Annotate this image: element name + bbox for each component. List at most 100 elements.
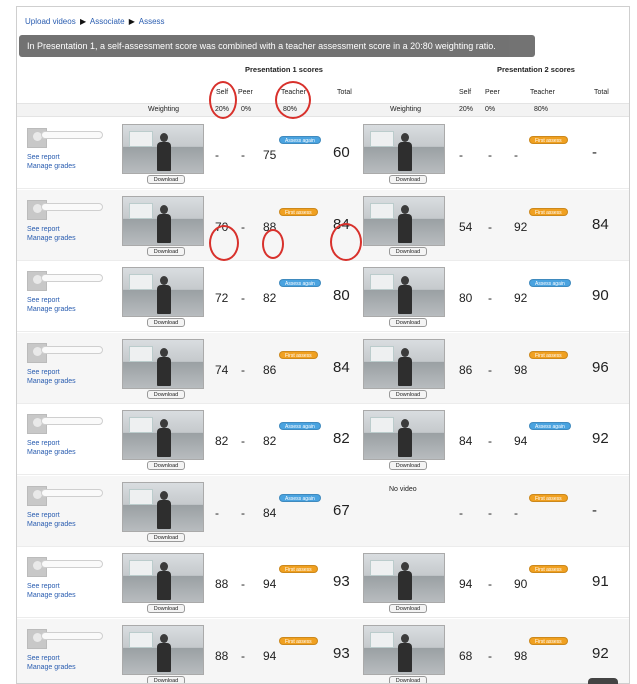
p2-download-button[interactable]: Download xyxy=(389,318,427,327)
p2-download-button[interactable]: Download xyxy=(389,175,427,184)
see-report-link[interactable]: See report xyxy=(27,369,60,376)
p2-first-assess-button[interactable]: First assess xyxy=(529,207,568,216)
p2-download-button[interactable]: Download xyxy=(389,246,427,256)
p2-download-button[interactable]: Download xyxy=(389,461,427,470)
manage-grades-link[interactable]: Manage grades xyxy=(27,521,76,528)
assessment-panel: Upload videos ▶ Associate ▶ Assess In Pr… xyxy=(16,6,630,684)
p1-assess-again-button[interactable]: Assess again xyxy=(279,279,321,287)
p2-first-assess-button[interactable]: First assess xyxy=(529,565,568,573)
whiteboard xyxy=(370,560,394,576)
manage-grades-link[interactable]: Manage grades xyxy=(27,378,76,385)
whiteboard xyxy=(370,417,394,433)
p2-total-header: Total xyxy=(594,89,609,96)
p1-video-thumbnail[interactable] xyxy=(122,124,204,174)
p1-video-thumbnail[interactable] xyxy=(122,481,204,532)
p2-first-assess-button[interactable]: First assess xyxy=(529,136,568,144)
p2-total-score: - xyxy=(592,144,597,161)
p1-first-assess-button[interactable]: First assess xyxy=(279,636,318,645)
p1-download-button[interactable]: Download xyxy=(147,318,185,327)
see-report-link[interactable]: See report xyxy=(27,655,60,662)
breadcrumb-associate[interactable]: Associate xyxy=(90,17,125,26)
see-report-link[interactable]: See report xyxy=(27,512,60,519)
table-row: See report Manage grades Download - - 75 Asses… xyxy=(17,118,629,189)
manage-grades-link[interactable]: Manage grades xyxy=(27,163,76,170)
p1-teacher-score: 82 xyxy=(263,291,277,305)
presenter xyxy=(398,347,412,386)
p1-video-thumbnail[interactable] xyxy=(122,624,204,675)
presenter xyxy=(398,276,412,314)
p1-download-button[interactable]: Download xyxy=(147,461,185,470)
p2-assess-again-button[interactable]: Assess again xyxy=(529,279,571,287)
p1-assess-again-button[interactable]: Assess again xyxy=(279,422,321,430)
p1-total-score: 82 xyxy=(333,430,350,447)
p1-peer-score: - xyxy=(241,505,245,520)
p2-no-video-label: No video xyxy=(389,485,417,493)
breadcrumb-assess[interactable]: Assess xyxy=(139,17,165,26)
breadcrumb-upload-videos[interactable]: Upload videos xyxy=(25,17,76,26)
p1-download-button[interactable]: Download xyxy=(147,175,185,184)
see-report-link[interactable]: See report xyxy=(27,226,60,233)
p1-video-thumbnail[interactable] xyxy=(122,410,204,460)
p2-download-button[interactable]: Download xyxy=(389,389,427,399)
p1-video-thumbnail[interactable] xyxy=(122,338,204,389)
p2-self-score: 80 xyxy=(459,291,473,305)
p2-total-score: 96 xyxy=(592,358,609,376)
p2-video-thumbnail[interactable] xyxy=(363,338,445,389)
p1-assess-again-button[interactable]: Assess again xyxy=(279,493,321,502)
p1-download-button[interactable]: Download xyxy=(147,532,185,542)
p1-teacher-score: 86 xyxy=(263,362,277,377)
p2-video-thumbnail[interactable] xyxy=(363,124,445,174)
p2-first-assess-button[interactable]: First assess xyxy=(529,350,568,359)
p2-video-thumbnail[interactable] xyxy=(363,195,445,246)
manage-grades-link[interactable]: Manage grades xyxy=(27,449,76,456)
p2-teacher-score: 98 xyxy=(514,648,528,663)
p1-teacher-score: 75 xyxy=(263,148,277,162)
see-report-link[interactable]: See report xyxy=(27,154,60,161)
presenter xyxy=(157,490,171,529)
p1-assess-again-button[interactable]: Assess again xyxy=(279,136,321,144)
table-row: See report Manage grades Download 70-88 Firs… xyxy=(17,189,629,261)
manage-grades-link[interactable]: Manage grades xyxy=(27,235,76,242)
p2-video-thumbnail[interactable] xyxy=(363,553,445,603)
p1-first-assess-button[interactable]: First assess xyxy=(279,207,318,216)
student-name-redacted xyxy=(41,560,103,568)
p1-download-button[interactable]: Download xyxy=(147,389,185,399)
presenter xyxy=(157,562,171,600)
see-report-link[interactable]: See report xyxy=(27,583,60,590)
manage-grades-link[interactable]: Manage grades xyxy=(27,592,76,599)
p2-first-assess-button[interactable]: First assess xyxy=(529,493,568,502)
p2-video-thumbnail[interactable] xyxy=(363,624,445,675)
p1-download-button[interactable]: Download xyxy=(147,604,185,613)
p2-assess-again-button[interactable]: Assess again xyxy=(529,422,571,430)
p1-self-score: - xyxy=(215,148,219,162)
p2-first-assess-button[interactable]: First assess xyxy=(529,636,568,645)
p2-video-thumbnail[interactable] xyxy=(363,410,445,460)
highlight-circle-teacher-score xyxy=(262,229,284,259)
manage-grades-link[interactable]: Manage grades xyxy=(27,664,76,671)
p2-video-thumbnail[interactable] xyxy=(363,267,445,317)
student-name-redacted xyxy=(41,202,103,211)
p1-download-button[interactable]: Download xyxy=(147,675,185,683)
p1-first-assess-button[interactable]: First assess xyxy=(279,350,318,359)
scroll-tab[interactable] xyxy=(588,678,618,684)
p2-total-score: 92 xyxy=(592,430,609,447)
p2-self-score: 68 xyxy=(459,648,473,663)
p1-total-score: 80 xyxy=(333,287,350,304)
weighting-row: Weighting 20% 0% 80% Weighting 20% 0% 80… xyxy=(17,103,629,117)
p1-video-thumbnail[interactable] xyxy=(122,267,204,317)
p1-first-assess-button[interactable]: First assess xyxy=(279,565,318,573)
p1-peer-score: - xyxy=(241,148,245,162)
student-name-redacted xyxy=(41,488,103,497)
p1-download-button[interactable]: Download xyxy=(147,246,185,256)
p1-video-thumbnail[interactable] xyxy=(122,195,204,246)
highlight-circle-total-score xyxy=(330,223,362,261)
see-report-link[interactable]: See report xyxy=(27,440,60,447)
p1-peer-header: Peer xyxy=(238,89,253,96)
p2-download-button[interactable]: Download xyxy=(389,675,427,683)
p1-peer-score: - xyxy=(241,648,245,663)
p1-video-thumbnail[interactable] xyxy=(122,553,204,603)
manage-grades-link[interactable]: Manage grades xyxy=(27,306,76,313)
see-report-link[interactable]: See report xyxy=(27,297,60,304)
p2-download-button[interactable]: Download xyxy=(389,604,427,613)
whiteboard xyxy=(370,131,394,147)
